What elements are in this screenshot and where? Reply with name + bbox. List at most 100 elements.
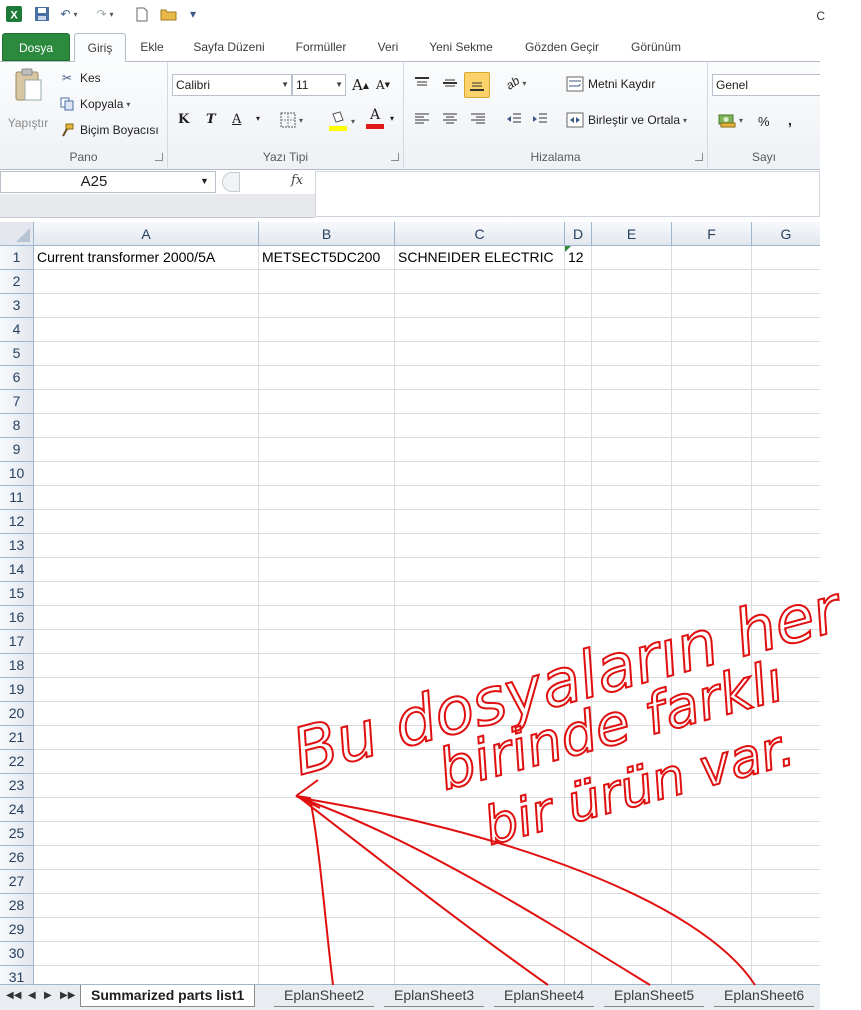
cell-e25[interactable] xyxy=(592,822,672,846)
row-header-11[interactable]: 11 xyxy=(0,486,34,510)
wrap-text-button[interactable]: Metni Kaydır xyxy=(566,76,655,92)
merge-center-button[interactable]: Birleştir ve Ortala ▾ xyxy=(566,112,687,128)
cell-f19[interactable] xyxy=(672,678,752,702)
cell-e12[interactable] xyxy=(592,510,672,534)
cell-b16[interactable] xyxy=(259,606,395,630)
cell-g23[interactable] xyxy=(752,774,820,798)
cell-c25[interactable] xyxy=(395,822,565,846)
row-header-6[interactable]: 6 xyxy=(0,366,34,390)
chevron-down-icon[interactable]: ▼ xyxy=(200,176,209,186)
cell-e14[interactable] xyxy=(592,558,672,582)
cell-d26[interactable] xyxy=(565,846,592,870)
cell-c23[interactable] xyxy=(395,774,565,798)
comma-button[interactable]: , xyxy=(788,112,792,128)
cell-g20[interactable] xyxy=(752,702,820,726)
cell-d29[interactable] xyxy=(565,918,592,942)
cell-g2[interactable] xyxy=(752,270,820,294)
cell-g28[interactable] xyxy=(752,894,820,918)
cell-a7[interactable] xyxy=(34,390,259,414)
cell-f9[interactable] xyxy=(672,438,752,462)
cell-a19[interactable] xyxy=(34,678,259,702)
chevron-down-icon[interactable]: ▾ xyxy=(390,114,394,123)
cell-g14[interactable] xyxy=(752,558,820,582)
grow-font-icon[interactable]: A ▲ xyxy=(352,76,369,94)
cell-e30[interactable] xyxy=(592,942,672,966)
cell-f26[interactable] xyxy=(672,846,752,870)
last-sheet-icon[interactable]: ▶▶ xyxy=(60,990,75,1001)
row-header-4[interactable]: 4 xyxy=(0,318,34,342)
cell-d4[interactable] xyxy=(565,318,592,342)
cell-a10[interactable] xyxy=(34,462,259,486)
cell-g11[interactable] xyxy=(752,486,820,510)
cell-a6[interactable] xyxy=(34,366,259,390)
cell-g15[interactable] xyxy=(752,582,820,606)
row-header-21[interactable]: 21 xyxy=(0,726,34,750)
row-header-5[interactable]: 5 xyxy=(0,342,34,366)
cell-d22[interactable] xyxy=(565,750,592,774)
cell-g21[interactable] xyxy=(752,726,820,750)
cell-e15[interactable] xyxy=(592,582,672,606)
cell-e16[interactable] xyxy=(592,606,672,630)
tab-file[interactable]: Dosya xyxy=(2,33,70,61)
cell-d5[interactable] xyxy=(565,342,592,366)
cell-b3[interactable] xyxy=(259,294,395,318)
cell-e26[interactable] xyxy=(592,846,672,870)
cell-c11[interactable] xyxy=(395,486,565,510)
cell-g26[interactable] xyxy=(752,846,820,870)
cell-f20[interactable] xyxy=(672,702,752,726)
cell-d10[interactable] xyxy=(565,462,592,486)
cell-a22[interactable] xyxy=(34,750,259,774)
row-header-13[interactable]: 13 xyxy=(0,534,34,558)
row-header-2[interactable]: 2 xyxy=(0,270,34,294)
cell-c30[interactable] xyxy=(395,942,565,966)
italic-button[interactable]: T xyxy=(206,112,216,127)
cell-a9[interactable] xyxy=(34,438,259,462)
row-header-10[interactable]: 10 xyxy=(0,462,34,486)
cell-d14[interactable] xyxy=(565,558,592,582)
cell-b5[interactable] xyxy=(259,342,395,366)
cell-g13[interactable] xyxy=(752,534,820,558)
new-file-icon[interactable] xyxy=(133,4,151,24)
column-header-b[interactable]: B xyxy=(259,222,395,246)
paste-button[interactable]: Yapıştır xyxy=(4,68,52,138)
row-header-25[interactable]: 25 xyxy=(0,822,34,846)
cell-c6[interactable] xyxy=(395,366,565,390)
cell-f6[interactable] xyxy=(672,366,752,390)
row-header-8[interactable]: 8 xyxy=(0,414,34,438)
cell-f14[interactable] xyxy=(672,558,752,582)
cell-c12[interactable] xyxy=(395,510,565,534)
cell-g1[interactable] xyxy=(752,246,820,270)
cell-f27[interactable] xyxy=(672,870,752,894)
row-header-28[interactable]: 28 xyxy=(0,894,34,918)
cut-button[interactable]: ✂ Kes xyxy=(58,68,101,88)
font-name-select[interactable]: Calibri ▼ xyxy=(172,74,292,96)
cell-b21[interactable] xyxy=(259,726,395,750)
cell-f5[interactable] xyxy=(672,342,752,366)
cell-c13[interactable] xyxy=(395,534,565,558)
fill-color-icon[interactable]: ▾ xyxy=(328,110,355,132)
tab-formulas[interactable]: Formüller xyxy=(284,33,358,61)
tab-review[interactable]: Gözden Geçir xyxy=(512,33,612,61)
row-header-29[interactable]: 29 xyxy=(0,918,34,942)
cell-c28[interactable] xyxy=(395,894,565,918)
row-header-31[interactable]: 31 xyxy=(0,966,34,984)
bold-button[interactable]: K xyxy=(178,112,189,127)
row-header-18[interactable]: 18 xyxy=(0,654,34,678)
cell-c24[interactable] xyxy=(395,798,565,822)
row-header-19[interactable]: 19 xyxy=(0,678,34,702)
cell-c3[interactable] xyxy=(395,294,565,318)
cell-d11[interactable] xyxy=(565,486,592,510)
cell-d3[interactable] xyxy=(565,294,592,318)
align-top-icon[interactable] xyxy=(414,76,430,90)
column-header-g[interactable]: G xyxy=(752,222,820,246)
cell-a5[interactable] xyxy=(34,342,259,366)
cell-b14[interactable] xyxy=(259,558,395,582)
cell-g3[interactable] xyxy=(752,294,820,318)
cell-c26[interactable] xyxy=(395,846,565,870)
cell-b26[interactable] xyxy=(259,846,395,870)
cell-d13[interactable] xyxy=(565,534,592,558)
cell-e5[interactable] xyxy=(592,342,672,366)
prev-sheet-icon[interactable]: ◀ xyxy=(28,990,36,1001)
row-header-27[interactable]: 27 xyxy=(0,870,34,894)
row-header-23[interactable]: 23 xyxy=(0,774,34,798)
